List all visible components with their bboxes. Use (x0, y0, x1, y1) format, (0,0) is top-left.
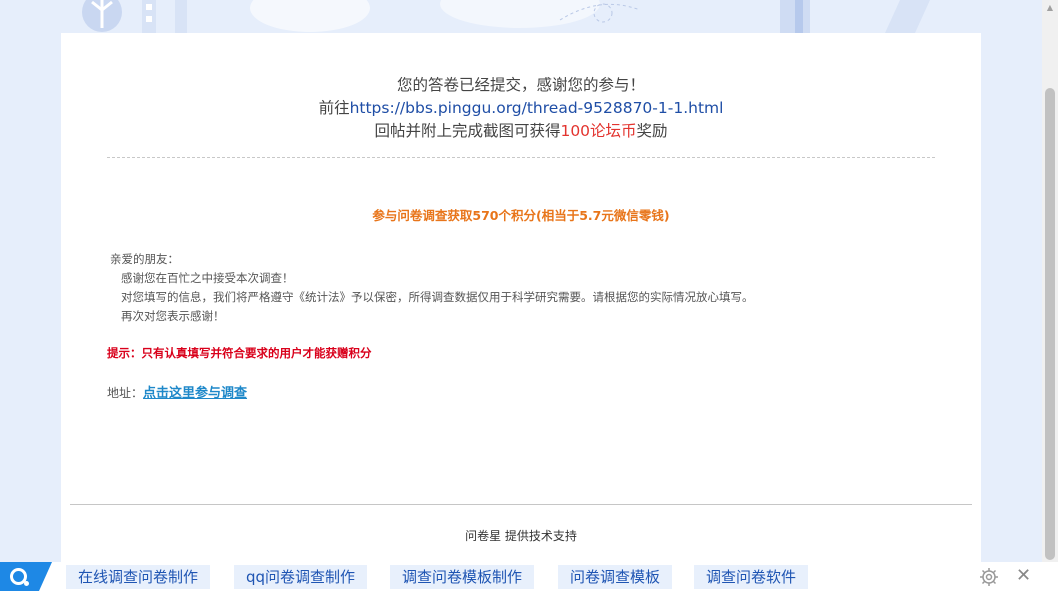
dashed-divider (107, 157, 935, 158)
search-tag-3[interactable]: 调查问卷模板制作 (390, 565, 535, 589)
points-promo-text: 参与问卷调查获取570个积分(相当于5.7元微信零钱) (372, 208, 670, 223)
footer-divider (70, 504, 972, 505)
letter-greeting: 亲爱的朋友： (110, 252, 179, 266)
submission-message: 您的答卷已经提交，感谢您的参与！ 前往https://bbs.pinggu.or… (61, 33, 981, 143)
letter-paragraph-2: 对您填写的信息，我们将严格遵守《统计法》予以保密，所得调查数据仅用于科学研究需要… (121, 290, 754, 304)
search-tag-1[interactable]: 在线调查问卷制作 (66, 565, 211, 589)
search-tag-5[interactable]: 调查问卷软件 (694, 565, 809, 589)
survey-address: 地址：点击这里参与调查 (107, 382, 981, 401)
search-tag-2[interactable]: qq问卷调查制作 (234, 565, 368, 589)
letter-paragraph-3: 再次对您表示感谢！ (121, 309, 225, 323)
tip-text: 提示：只有认真填写并符合要求的用户才能获赠积分 (107, 346, 372, 360)
join-survey-link[interactable]: 点击这里参与调查 (143, 386, 247, 401)
search-tag-4[interactable]: 问卷调查模板 (558, 565, 673, 589)
forum-thread-link[interactable]: https://bbs.pinggu.org/thread-9528870-1-… (350, 99, 724, 117)
search-badge-icon[interactable] (0, 562, 52, 591)
address-label: 地址： (107, 386, 144, 400)
gear-icon[interactable] (979, 567, 999, 587)
letter-to-friends: 亲爱的朋友： 感谢您在百忙之中接受本次调查！ 对您填写的信息，我们将严格遵守《统… (110, 250, 981, 326)
vertical-scrollbar[interactable]: ▲ (1042, 0, 1058, 562)
reward-line: 回帖并附上完成截图可获得100论坛币奖励 (61, 120, 981, 143)
letter-paragraph-1: 感谢您在百忙之中接受本次调查！ (121, 271, 294, 285)
close-icon[interactable]: ✕ (1016, 566, 1031, 586)
reward-amount: 100论坛币 (560, 122, 637, 140)
forum-link-prefix: 前往 (318, 99, 350, 117)
reward-suffix: 奖励 (636, 122, 668, 140)
reward-prefix: 回帖并附上完成截图可获得 (374, 122, 561, 140)
scroll-up-arrow-icon[interactable]: ▲ (1042, 0, 1058, 16)
bottom-search-bar: 在线调查问卷制作 qq问卷调查制作 调查问卷模板制作 问卷调查模板 调查问卷软件… (0, 562, 1058, 591)
result-card: 您的答卷已经提交，感谢您的参与！ 前往https://bbs.pinggu.or… (61, 33, 981, 562)
submitted-thanks-text: 您的答卷已经提交，感谢您的参与！ (396, 76, 645, 94)
forum-link-line: 前往https://bbs.pinggu.org/thread-9528870-… (61, 97, 981, 120)
tech-support-footer: 问卷星 提供技术支持 (465, 529, 577, 543)
scrollbar-thumb[interactable] (1045, 88, 1055, 560)
